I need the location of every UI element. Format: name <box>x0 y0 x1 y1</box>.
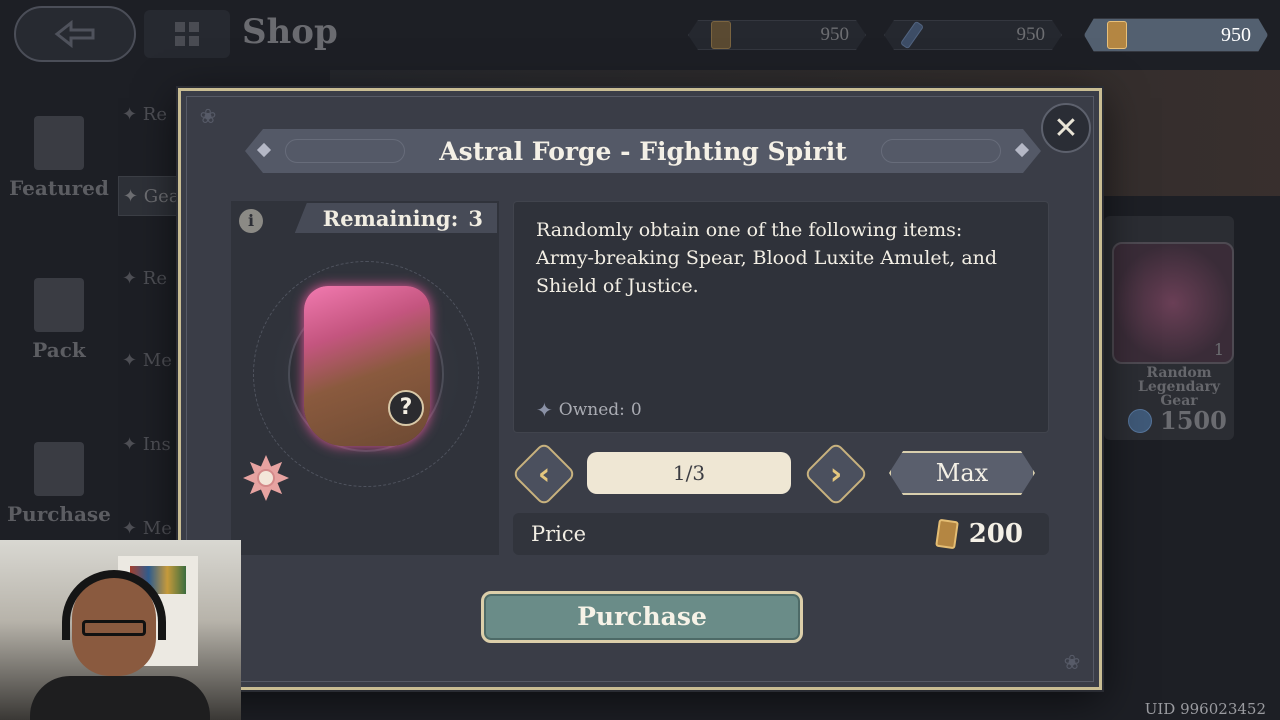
sparkle-icon: ✦ <box>536 398 553 422</box>
sub-nav-item[interactable]: ✦ Re <box>118 94 182 134</box>
diamond-ornament-icon <box>1015 143 1029 157</box>
rarity-core <box>257 469 275 487</box>
currency-ticket-display[interactable]: 950 <box>688 20 866 50</box>
price-value-group: 200 <box>934 518 1023 550</box>
price-row: Price 200 <box>513 513 1049 555</box>
description-panel: Randomly obtain one of the following ite… <box>513 201 1049 433</box>
remaining-value: 3 <box>468 205 483 231</box>
price-label: Price <box>531 522 587 546</box>
nav-item-featured[interactable]: Featured <box>0 116 118 200</box>
item-price-value: 1500 <box>1160 406 1227 435</box>
gift-icon <box>34 278 84 332</box>
item-image: ? <box>253 261 479 487</box>
decrease-quantity-button[interactable]: ‹ <box>511 441 577 507</box>
nav-label: Featured <box>9 176 109 200</box>
info-icon[interactable]: i <box>239 209 263 233</box>
price-value: 200 <box>968 519 1023 549</box>
home-button[interactable] <box>144 10 230 58</box>
item-price: 1500 <box>1128 406 1227 435</box>
nav-item-pack[interactable]: Pack <box>0 278 118 362</box>
sword-icon <box>900 21 924 50</box>
question-mark-icon: ? <box>388 390 424 426</box>
dialog-title: Astral Forge - Fighting Spirit <box>439 136 847 166</box>
back-button[interactable] <box>14 6 136 62</box>
swirl-ornament <box>285 139 405 163</box>
purchase-button[interactable]: Purchase <box>481 591 803 643</box>
star-icon <box>34 116 84 170</box>
webcam-overlay <box>0 540 241 720</box>
close-button[interactable]: ✕ <box>1041 103 1091 153</box>
remaining-badge: Remaining: 3 <box>294 203 497 233</box>
item-name-line1: Random Legendary <box>1138 365 1220 395</box>
grid-icon <box>175 22 199 46</box>
nav-item-purchase[interactable]: Purchase <box>0 442 118 526</box>
rarity-badge-icon[interactable] <box>243 455 289 501</box>
back-arrow-icon <box>54 19 95 49</box>
remaining-label: Remaining: <box>322 205 459 231</box>
sub-nav-item[interactable]: ✦ Re <box>118 258 182 298</box>
owned-label: Owned: <box>558 400 625 420</box>
corner-ornament-icon: ❀ <box>199 104 217 128</box>
corner-ornament-icon: ❀ <box>1063 650 1081 674</box>
sub-nav-item[interactable]: ✦ Gea <box>118 176 182 216</box>
purchase-dialog: ❀ ❀ ✕ Astral Forge - Fighting Spirit i R… <box>178 88 1102 690</box>
currency-sword-display[interactable]: 950 <box>884 20 1062 50</box>
star-outline-icon <box>34 442 84 496</box>
close-icon: ✕ <box>1053 110 1079 146</box>
currency-amount: 950 <box>820 24 849 45</box>
owned-value: 0 <box>630 400 642 420</box>
sub-nav-item[interactable]: ✦ Ins <box>118 424 182 464</box>
user-id: UID 996023452 <box>1144 700 1266 718</box>
item-count: 1 <box>1213 340 1224 359</box>
sub-nav-item[interactable]: ✦ Me <box>118 340 182 380</box>
title-ribbon: Astral Forge - Fighting Spirit <box>245 129 1041 173</box>
item-preview-panel: i Remaining: 3 ? <box>231 201 499 555</box>
currency-amount: 950 <box>1016 24 1045 45</box>
item-name: Random Legendary Gear <box>1104 366 1254 408</box>
diamond-ornament-icon <box>257 143 271 157</box>
ticket-icon <box>711 21 731 49</box>
ticket-icon <box>934 518 959 550</box>
nav-label: Pack <box>32 338 86 362</box>
currency-active-display[interactable]: 950 <box>1084 18 1268 52</box>
increase-quantity-button[interactable]: › <box>803 441 869 507</box>
glasses <box>82 620 146 636</box>
gem-icon <box>1128 408 1152 433</box>
max-button[interactable]: Max <box>889 451 1035 495</box>
swirl-ornament <box>881 139 1001 163</box>
streamer-shirt <box>30 676 210 720</box>
quantity-display[interactable]: 1/3 <box>587 452 791 494</box>
nav-label: Purchase <box>7 502 111 526</box>
owned-count: ✦ Owned: 0 <box>536 398 642 422</box>
chevron-left-icon: ‹ <box>537 456 551 492</box>
page-title: Shop <box>242 12 338 52</box>
ticket-icon <box>1107 21 1127 49</box>
top-bar: Shop 950 950 950 <box>0 0 1280 70</box>
currency-amount: 950 <box>1221 23 1251 46</box>
shop-item-card[interactable]: 1 Random Legendary Gear 1500 <box>1104 216 1234 440</box>
item-description: Randomly obtain one of the following ite… <box>536 219 998 297</box>
chevron-right-icon: › <box>829 456 843 492</box>
